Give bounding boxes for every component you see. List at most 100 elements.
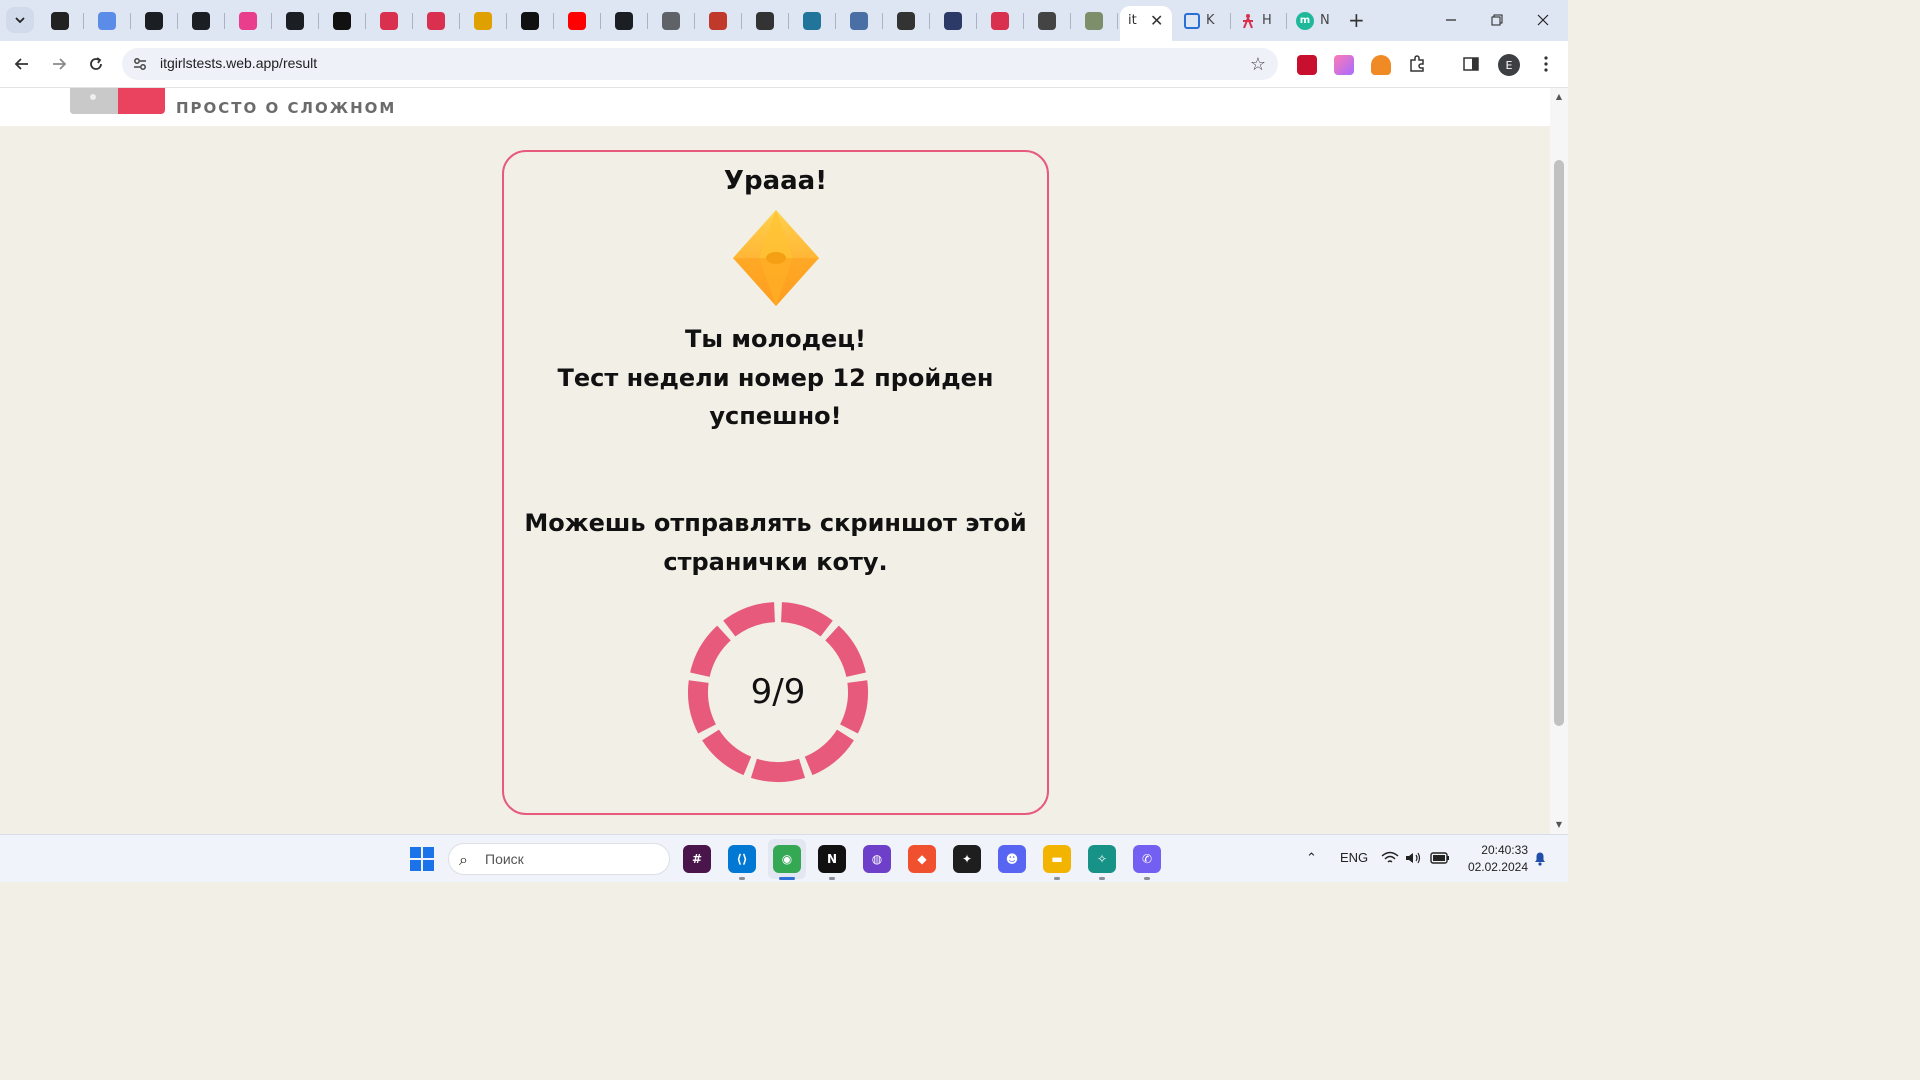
chevron-down-icon — [15, 17, 25, 24]
fox-extension-icon[interactable] — [1371, 55, 1391, 75]
browser-menu-button[interactable] — [1535, 53, 1557, 75]
logo-tagline: ПРОСТО О СЛОЖНОМ — [176, 99, 397, 117]
address-bar[interactable]: itgirlstests.web.app/result ☆ — [122, 48, 1278, 80]
pinned-tab[interactable] — [602, 6, 646, 35]
pinned-tab[interactable] — [696, 6, 740, 35]
tab-separator — [882, 13, 883, 29]
pinned-tab[interactable] — [790, 6, 834, 35]
pinned-tab[interactable] — [414, 6, 458, 35]
tab-separator — [412, 13, 413, 29]
tab-k[interactable]: K — [1184, 6, 1215, 35]
tab-separator — [1023, 13, 1024, 29]
gradient-extension-icon[interactable] — [1334, 55, 1354, 75]
slack-icon[interactable]: # — [683, 845, 711, 873]
side-panel-button[interactable] — [1460, 53, 1482, 75]
pinned-tab[interactable] — [1072, 6, 1116, 35]
itgirls-icon — [1243, 13, 1253, 28]
battery-icon[interactable] — [1430, 851, 1450, 865]
share-message: Можешь отправлять скриншот этой страничк… — [504, 504, 1047, 581]
scroll-up-icon[interactable]: ▲ — [1554, 92, 1564, 102]
pinned-tab[interactable] — [743, 6, 787, 35]
figma-icon[interactable]: ✦ — [953, 845, 981, 873]
volume-icon[interactable] — [1405, 851, 1423, 865]
github-desktop-icon[interactable]: ◍ — [863, 845, 891, 873]
tab-h[interactable]: H — [1240, 6, 1272, 35]
page-content: ПРОСТО О СЛОЖНОМ Урааа! Ты молодец! Тест… — [0, 88, 1550, 834]
windows-start-icon[interactable] — [410, 847, 434, 871]
tab-separator — [83, 13, 84, 29]
close-icon[interactable]: ✕ — [1150, 11, 1163, 30]
back-button[interactable] — [11, 53, 33, 75]
pinned-tab[interactable] — [179, 6, 223, 35]
tab-title: H — [1262, 13, 1272, 28]
minimize-icon — [1446, 19, 1456, 21]
chrome-icon[interactable]: ◉ — [773, 845, 801, 873]
itgirls-icon — [991, 11, 1009, 30]
pinned-tab[interactable] — [320, 6, 364, 35]
logo-image[interactable] — [70, 88, 165, 114]
taskbar-search[interactable]: ⌕ Поиск — [448, 843, 670, 875]
minimize-button[interactable] — [1428, 6, 1474, 34]
pinned-tab[interactable] — [85, 6, 129, 35]
pinned-tab[interactable] — [1025, 6, 1069, 35]
close-icon — [1537, 14, 1549, 26]
message-line: странички коту. — [663, 547, 888, 576]
pinned-tab[interactable] — [649, 6, 693, 35]
gitkraken-icon[interactable]: ✧ — [1088, 845, 1116, 873]
pinned-tab[interactable] — [931, 6, 975, 35]
wifi-icon[interactable] — [1381, 851, 1399, 865]
git-icon[interactable]: ◆ — [908, 845, 936, 873]
clock-time: 20:40:33 — [1481, 843, 1528, 857]
close-window-button[interactable] — [1520, 6, 1566, 34]
laptop-icon — [850, 11, 868, 30]
pinned-tab[interactable] — [226, 6, 270, 35]
language-indicator[interactable]: ENG — [1340, 850, 1368, 865]
reload-button[interactable] — [85, 53, 107, 75]
running-indicator — [779, 877, 795, 880]
tab-separator — [600, 13, 601, 29]
pinned-tab[interactable] — [978, 6, 1022, 35]
tray-overflow-icon[interactable]: ⌃ — [1306, 850, 1317, 866]
github-icon — [192, 11, 210, 30]
site-info-icon[interactable] — [132, 56, 148, 72]
clock[interactable]: 20:40:33 02.02.2024 — [1458, 842, 1528, 876]
tab-separator — [318, 13, 319, 29]
pinned-tab[interactable] — [837, 6, 881, 35]
discord-icon[interactable]: ☻ — [998, 845, 1026, 873]
running-indicator — [1144, 877, 1150, 880]
scroll-thumb[interactable] — [1554, 160, 1564, 726]
tab-search-button[interactable] — [6, 7, 34, 33]
restore-button[interactable] — [1474, 6, 1520, 34]
notification-bell-icon[interactable] — [1533, 850, 1547, 866]
traffic-light-icon — [1038, 11, 1056, 30]
pinned-tab[interactable] — [555, 6, 599, 35]
pinned-tab[interactable] — [461, 6, 505, 35]
tab-active[interactable]: it ✕ — [1120, 6, 1172, 41]
kebab-menu-icon — [1544, 56, 1548, 72]
pinned-tab[interactable] — [508, 6, 552, 35]
photo-icon — [1085, 11, 1103, 30]
extensions-button[interactable] — [1406, 53, 1428, 75]
scroll-down-icon[interactable]: ▼ — [1554, 820, 1564, 830]
viber-icon[interactable]: ✆ — [1133, 845, 1161, 873]
pdf-extension-icon[interactable] — [1297, 55, 1317, 75]
pinned-tab[interactable] — [367, 6, 411, 35]
new-tab-button[interactable]: + — [1348, 8, 1365, 32]
pinned-tab[interactable] — [132, 6, 176, 35]
bookmark-star-icon[interactable]: ☆ — [1250, 54, 1266, 75]
pinned-tab[interactable] — [884, 6, 928, 35]
github-icon — [145, 11, 163, 30]
app-icon — [239, 11, 257, 30]
forward-button[interactable] — [48, 53, 70, 75]
notion-icon[interactable]: N — [818, 845, 846, 873]
restore-icon — [1491, 14, 1503, 26]
pinned-tab[interactable] — [273, 6, 317, 35]
vscode-icon[interactable]: ⟨⟩ — [728, 845, 756, 873]
pinned-tab[interactable] — [38, 6, 82, 35]
page-scrollbar[interactable]: ▲ ▼ — [1550, 88, 1568, 834]
message-line: Тест недели номер 12 пройден — [557, 363, 994, 392]
folder-icon[interactable]: ▬ — [1043, 845, 1071, 873]
profile-avatar[interactable]: E — [1498, 54, 1520, 76]
tab-n[interactable]: m N — [1296, 6, 1330, 35]
angular-icon — [333, 11, 351, 30]
